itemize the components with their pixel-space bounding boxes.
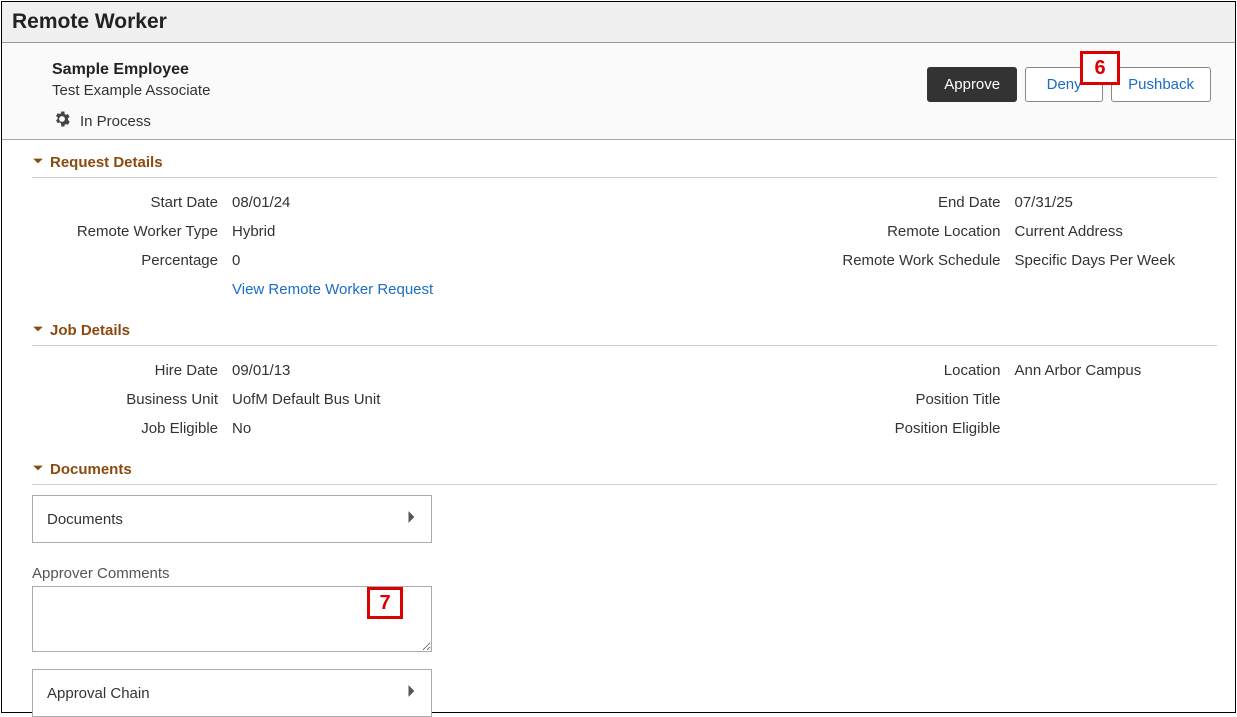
section-header-request-details[interactable]: Request Details bbox=[32, 148, 1217, 178]
job-details-grid: Hire Date 09/01/13 Business Unit UofM De… bbox=[32, 346, 1217, 447]
label-position-title: Position Title bbox=[635, 391, 1015, 408]
value-location: Ann Arbor Campus bbox=[1015, 362, 1142, 379]
label-business-unit: Business Unit bbox=[32, 391, 232, 408]
chevron-down-icon bbox=[32, 322, 46, 339]
field-percentage: Percentage 0 bbox=[32, 246, 615, 275]
field-hire-date: Hire Date 09/01/13 bbox=[32, 356, 615, 385]
label-location: Location bbox=[635, 362, 1015, 379]
field-position-title: Position Title bbox=[635, 385, 1218, 414]
label-remote-work-schedule: Remote Work Schedule bbox=[635, 252, 1015, 269]
chevron-right-icon bbox=[407, 510, 417, 528]
approval-chain-panel[interactable]: Approval Chain bbox=[32, 669, 432, 717]
section-title: Job Details bbox=[50, 322, 130, 339]
field-remote-location: Remote Location Current Address bbox=[635, 217, 1218, 246]
field-business-unit: Business Unit UofM Default Bus Unit bbox=[32, 385, 615, 414]
label-start-date: Start Date bbox=[32, 194, 232, 211]
approve-button[interactable]: Approve bbox=[927, 67, 1017, 102]
label-hire-date: Hire Date bbox=[32, 362, 232, 379]
value-job-eligible: No bbox=[232, 420, 251, 437]
field-view-link: View Remote Worker Request bbox=[32, 275, 615, 304]
label-job-eligible: Job Eligible bbox=[32, 420, 232, 437]
request-details-grid: Start Date 08/01/24 Remote Worker Type H… bbox=[32, 178, 1217, 308]
pushback-button[interactable]: Pushback bbox=[1111, 67, 1211, 102]
view-remote-worker-request-link[interactable]: View Remote Worker Request bbox=[232, 281, 433, 298]
field-remote-work-schedule: Remote Work Schedule Specific Days Per W… bbox=[635, 246, 1218, 275]
approver-comments-label: Approver Comments bbox=[32, 565, 1217, 582]
field-location: Location Ann Arbor Campus bbox=[635, 356, 1218, 385]
label-end-date: End Date bbox=[635, 194, 1015, 211]
value-end-date: 07/31/25 bbox=[1015, 194, 1073, 211]
field-remote-worker-type: Remote Worker Type Hybrid bbox=[32, 217, 615, 246]
action-buttons: Approve Deny Pushback bbox=[927, 67, 1211, 102]
status-row: In Process bbox=[52, 109, 210, 133]
documents-panel-label: Documents bbox=[47, 511, 123, 528]
value-hire-date: 09/01/13 bbox=[232, 362, 290, 379]
section-title: Documents bbox=[50, 461, 132, 478]
page-title: Remote Worker bbox=[2, 2, 1235, 43]
documents-panel[interactable]: Documents bbox=[32, 495, 432, 543]
label-position-eligible: Position Eligible bbox=[635, 420, 1015, 437]
callout-7: 7 bbox=[367, 587, 403, 619]
chevron-down-icon bbox=[32, 154, 46, 171]
approval-chain-label: Approval Chain bbox=[47, 685, 150, 702]
section-request-details: Request Details Start Date 08/01/24 Remo… bbox=[2, 140, 1235, 308]
chevron-down-icon bbox=[32, 461, 46, 478]
value-start-date: 08/01/24 bbox=[232, 194, 290, 211]
employee-title: Test Example Associate bbox=[52, 82, 210, 99]
value-remote-worker-type: Hybrid bbox=[232, 223, 275, 240]
header-row: Sample Employee Test Example Associate I… bbox=[2, 43, 1235, 140]
section-documents: Documents Documents Approver Comments Ap… bbox=[2, 447, 1235, 717]
field-end-date: End Date 07/31/25 bbox=[635, 188, 1218, 217]
page-frame: Remote Worker Sample Employee Test Examp… bbox=[1, 1, 1236, 713]
status-text: In Process bbox=[80, 113, 151, 130]
label-remote-worker-type: Remote Worker Type bbox=[32, 223, 232, 240]
gear-icon bbox=[52, 109, 72, 133]
field-position-eligible: Position Eligible bbox=[635, 414, 1218, 443]
section-title: Request Details bbox=[50, 154, 163, 171]
label-remote-location: Remote Location bbox=[635, 223, 1015, 240]
employee-block: Sample Employee Test Example Associate I… bbox=[52, 61, 210, 133]
field-job-eligible: Job Eligible No bbox=[32, 414, 615, 443]
value-business-unit: UofM Default Bus Unit bbox=[232, 391, 380, 408]
callout-6: 6 bbox=[1080, 51, 1120, 85]
chevron-right-icon bbox=[407, 684, 417, 702]
section-header-documents[interactable]: Documents bbox=[32, 455, 1217, 485]
section-job-details: Job Details Hire Date 09/01/13 Business … bbox=[2, 308, 1235, 447]
value-remote-location: Current Address bbox=[1015, 223, 1123, 240]
field-start-date: Start Date 08/01/24 bbox=[32, 188, 615, 217]
label-percentage: Percentage bbox=[32, 252, 232, 269]
value-percentage: 0 bbox=[232, 252, 240, 269]
value-remote-work-schedule: Specific Days Per Week bbox=[1015, 252, 1176, 269]
employee-name: Sample Employee bbox=[52, 61, 210, 79]
section-header-job-details[interactable]: Job Details bbox=[32, 316, 1217, 346]
